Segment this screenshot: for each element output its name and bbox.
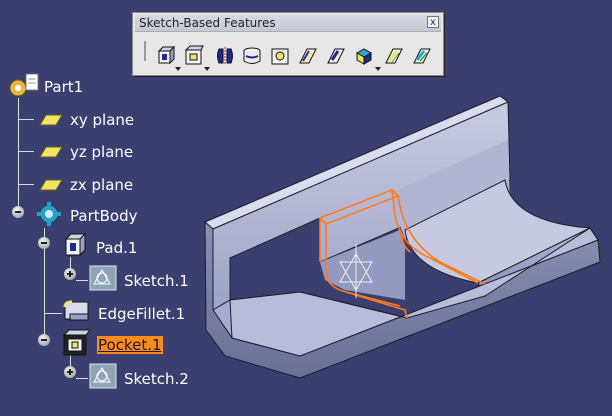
multi-section-solid-button[interactable] bbox=[353, 45, 375, 67]
sketch-2-node[interactable] bbox=[88, 362, 118, 394]
pad-node[interactable] bbox=[62, 232, 90, 262]
multi-section-solid-icon bbox=[355, 48, 373, 65]
tree-label-sketch-1[interactable]: Sketch.1 bbox=[124, 272, 189, 290]
slot-button[interactable] bbox=[325, 45, 347, 67]
tree-label-pad[interactable]: Pad.1 bbox=[96, 239, 137, 257]
groove-button[interactable] bbox=[241, 45, 263, 67]
expand-toggle[interactable] bbox=[64, 268, 76, 280]
tree-connector bbox=[18, 98, 19, 212]
pad-button[interactable] bbox=[155, 45, 177, 67]
plane-icon bbox=[39, 179, 63, 191]
zx-plane-node[interactable] bbox=[36, 177, 64, 196]
toolbar-title[interactable]: Sketch-Based Features bbox=[135, 15, 441, 32]
part-icon bbox=[9, 73, 39, 97]
part-node[interactable] bbox=[6, 72, 40, 104]
tree-connector bbox=[18, 151, 34, 152]
gear-icon bbox=[37, 202, 61, 226]
yz-plane-node[interactable] bbox=[36, 144, 64, 163]
tree-label-zx-plane[interactable]: zx plane bbox=[70, 176, 133, 194]
tree-connector bbox=[44, 313, 62, 314]
multi-section-dropdown-arrow[interactable] bbox=[375, 67, 381, 71]
pad-dropdown-arrow[interactable] bbox=[175, 67, 181, 71]
shaft-button[interactable] bbox=[214, 45, 236, 67]
pad-icon bbox=[64, 232, 87, 257]
tree-label-yz-plane[interactable]: yz plane bbox=[70, 143, 133, 161]
stiffener-icon bbox=[385, 48, 403, 64]
collapse-toggle[interactable] bbox=[12, 206, 24, 218]
toolbar-grip[interactable] bbox=[144, 41, 146, 61]
partbody-node[interactable] bbox=[35, 201, 63, 231]
sketch-icon bbox=[89, 265, 117, 291]
collapse-toggle[interactable] bbox=[38, 334, 50, 346]
groove-icon bbox=[243, 47, 261, 64]
fillet-icon bbox=[63, 300, 89, 321]
tree-connector bbox=[76, 378, 88, 379]
edgefillet-node[interactable] bbox=[62, 299, 92, 329]
xy-plane-node[interactable] bbox=[36, 112, 64, 131]
pocket-dropdown-arrow[interactable] bbox=[204, 67, 210, 71]
hole-icon bbox=[271, 48, 289, 65]
sketch-based-features-toolbar[interactable]: Sketch-Based Features x bbox=[132, 12, 444, 76]
3d-viewport[interactable]: Sketch-Based Features x Part1 xy plane y… bbox=[0, 0, 612, 416]
tree-connector bbox=[18, 119, 34, 120]
tree-label-partbody[interactable]: PartBody bbox=[70, 207, 137, 225]
rib-icon bbox=[299, 48, 317, 64]
slot-icon bbox=[327, 48, 345, 64]
tree-label-sketch-2[interactable]: Sketch.2 bbox=[124, 370, 189, 388]
tree-label-pocket[interactable]: Pocket.1 bbox=[97, 336, 163, 354]
tree-label-part[interactable]: Part1 bbox=[44, 78, 83, 96]
removed-multi-section-icon bbox=[413, 48, 431, 64]
plane-icon bbox=[39, 146, 63, 158]
tree-connector bbox=[76, 280, 88, 281]
sketch-1-node[interactable] bbox=[88, 264, 118, 296]
plane-icon bbox=[39, 114, 63, 126]
pocket-node[interactable] bbox=[62, 329, 92, 361]
close-button[interactable]: x bbox=[427, 16, 439, 28]
pocket-button[interactable] bbox=[183, 45, 205, 67]
pad-icon bbox=[157, 45, 176, 65]
pocket-icon bbox=[62, 329, 92, 356]
collapse-toggle[interactable] bbox=[38, 237, 50, 249]
expand-toggle[interactable] bbox=[64, 366, 76, 378]
sketch-icon bbox=[89, 363, 117, 389]
shaft-icon bbox=[217, 47, 233, 65]
tree-label-xy-plane[interactable]: xy plane bbox=[70, 111, 134, 129]
rib-button[interactable] bbox=[297, 45, 319, 67]
stiffener-button[interactable] bbox=[383, 45, 405, 67]
tree-label-edgefillet[interactable]: EdgeFillet.1 bbox=[98, 305, 185, 323]
hole-button[interactable] bbox=[269, 45, 291, 67]
pocket-icon bbox=[184, 45, 204, 65]
tree-connector bbox=[18, 184, 34, 185]
removed-multi-section-button[interactable] bbox=[411, 45, 433, 67]
